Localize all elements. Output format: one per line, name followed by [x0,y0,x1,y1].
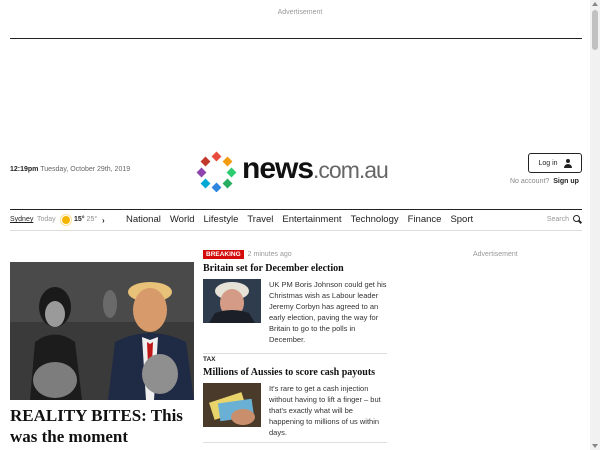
login-button[interactable]: Log in [528,153,582,173]
story-thumbnail[interactable] [203,279,261,323]
top-ad-slot: Advertisement [0,0,600,40]
site-logo[interactable]: news.com.au [196,150,406,192]
story-body: It's rare to get a cash injection withou… [203,383,387,438]
nav-item-entertainment[interactable]: Entertainment [282,214,341,225]
story-title[interactable]: Millions of Aussies to score cash payout… [203,367,387,378]
weather-temps: 15° 25° [74,216,97,223]
site-header: 12:19pm Tuesday, October 29th, 2019 news… [0,145,590,195]
nav-item-national[interactable]: National [126,214,161,225]
hero-headline[interactable]: REALITY BITES: This was the moment [10,405,194,447]
user-icon [563,158,572,168]
nav-item-finance[interactable]: Finance [408,214,442,225]
story-summary: UK PM Boris Johnson could get his Christ… [269,280,387,344]
time-ago: 2 minutes ago [247,250,292,258]
search-button[interactable]: Search [547,215,582,224]
story-tag: TAX [203,356,216,363]
story-meta: BREAKING 2 minutes ago [203,249,387,259]
ad-label: Advertisement [277,9,323,16]
story-tax: TAX Millions of Aussies to score cash pa… [203,353,387,438]
cash-photo-icon [203,383,261,427]
nav-item-sport[interactable]: Sport [450,214,473,225]
boris-photo-icon [203,279,261,323]
temp-high: 15° [74,216,85,223]
chevron-right-icon[interactable]: › [102,216,105,225]
logo-domain: .com.au [313,157,389,183]
logo-news: news [242,152,314,185]
logo-dots-icon [196,151,237,192]
story-body: UK PM Boris Johnson could get his Christ… [203,279,387,345]
divider [203,442,387,443]
logo-wordmark: news.com.au [242,152,389,186]
story-title[interactable]: Britain set for December election [203,263,387,274]
scrollbar[interactable] [590,0,600,450]
nav-item-lifestyle[interactable]: Lifestyle [204,214,239,225]
hero-image[interactable] [10,262,194,400]
sun-icon [62,216,70,224]
divider [10,38,582,39]
main-nav: Sydney Today 15° 25° › National World Li… [10,209,582,231]
temp-low: 25° [86,216,98,223]
nav-item-travel[interactable]: Travel [247,214,273,225]
scroll-up-icon[interactable] [592,2,598,6]
scroll-down-icon[interactable] [592,444,598,448]
nav-item-technology[interactable]: Technology [351,214,399,225]
hero-photo-icon [10,262,194,400]
scrollbar-thumb[interactable] [592,10,598,50]
story-breaking: BREAKING 2 minutes ago Britain set for D… [203,249,387,345]
signup-link[interactable]: Sign up [553,178,579,185]
weather-location[interactable]: Sydney [10,216,33,223]
search-label: Search [546,216,569,223]
story-thumbnail[interactable] [203,383,261,427]
no-account-prompt: No account? Sign up [510,178,579,185]
current-time: 12:19pm [10,166,39,173]
current-date: Tuesday, October 29th, 2019 [40,166,131,173]
weather-day: Today [37,216,56,223]
date-time: 12:19pm Tuesday, October 29th, 2019 [10,166,130,173]
breaking-badge: BREAKING [203,249,244,259]
no-account-text: No account? [510,178,550,185]
right-ad-label: Advertisement [473,251,518,258]
login-label: Log in [538,159,558,167]
story-summary: It's rare to get a cash injection withou… [269,384,381,437]
nav-links: National World Lifestyle Travel Entertai… [126,214,482,225]
search-icon [573,215,582,224]
nav-item-world[interactable]: World [170,214,195,225]
